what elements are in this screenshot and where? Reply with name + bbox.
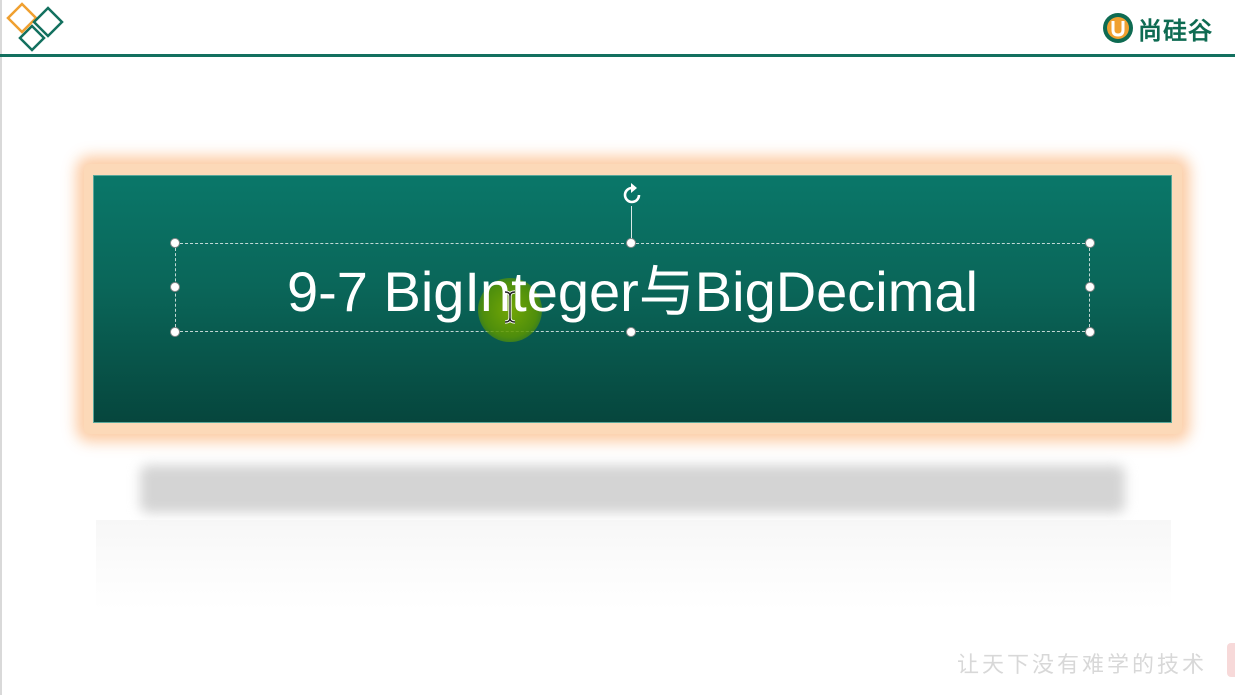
brand-name: 尚硅谷 <box>1138 16 1213 45</box>
brand-badge-icon <box>1103 13 1133 43</box>
resize-handle-top-left[interactable] <box>170 238 180 248</box>
slide-title[interactable]: 9-7 BigInteger与BigDecimal <box>175 243 1090 332</box>
resize-handle-bottom[interactable] <box>626 327 636 337</box>
left-border <box>0 0 2 695</box>
resize-handle-bottom-left[interactable] <box>170 327 180 337</box>
content-placeholder <box>96 520 1171 610</box>
resize-handle-top[interactable] <box>626 238 636 248</box>
slide-canvas: 尚硅谷 9-7 BigInteger与BigDecimal 让天下没有难学的技术 <box>0 0 1235 695</box>
header-divider <box>0 54 1235 57</box>
side-tab <box>1227 643 1235 677</box>
rotate-icon[interactable] <box>619 182 645 208</box>
diamond-logo-icon <box>6 2 64 52</box>
brand-logo: 尚硅谷 <box>1102 10 1213 46</box>
footer-slogan: 让天下没有难学的技术 <box>956 653 1207 678</box>
resize-handle-right[interactable] <box>1085 282 1095 292</box>
subtitle-placeholder[interactable] <box>140 465 1125 513</box>
ibeam-cursor-icon <box>504 290 516 324</box>
resize-handle-top-right[interactable] <box>1085 238 1095 248</box>
resize-handle-bottom-right[interactable] <box>1085 327 1095 337</box>
resize-handle-left[interactable] <box>170 282 180 292</box>
